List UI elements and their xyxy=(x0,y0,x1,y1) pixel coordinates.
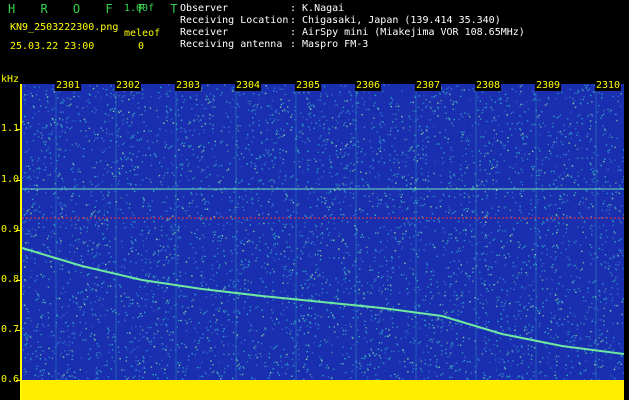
meleof-label: meleof xyxy=(124,28,161,39)
time-tick-label: 2307 xyxy=(415,80,442,91)
app-version: 1.00f xyxy=(124,3,155,14)
receiver-value: : AirSpy mini (Miakejima VOR 108.65MHz) xyxy=(290,27,525,38)
location-label: Receiving Location xyxy=(180,15,289,26)
file-name: KN9_2503222300.png xyxy=(10,22,119,33)
app-brand: H R O F F T xyxy=(8,2,187,16)
location-value: : Chigasaki, Japan (139.414 35.340) xyxy=(290,15,501,26)
observer-value: : K.Nagai xyxy=(290,3,345,14)
meleof-value: 0 xyxy=(138,41,145,52)
header-panel: H R O F F T 1.00f KN9_2503222300.png 25.… xyxy=(0,0,629,70)
antenna-label: Receiving antenna xyxy=(180,39,283,50)
antenna-value: : Maspro FM-3 xyxy=(290,39,369,50)
capture-datetime: 25.03.22 23:00 xyxy=(10,41,95,52)
spectrogram-svg xyxy=(22,84,624,400)
time-tick-label: 2301 xyxy=(55,80,82,91)
baseline-band xyxy=(22,380,624,400)
time-tick-label: 2304 xyxy=(235,80,262,91)
time-tick-label: 2305 xyxy=(295,80,322,91)
time-tick-label: 2309 xyxy=(535,80,562,91)
spectrogram-plot[interactable] xyxy=(22,84,624,400)
time-tick-label: 2303 xyxy=(175,80,202,91)
receiver-label: Receiver xyxy=(180,27,229,38)
spectrogram-background xyxy=(22,84,624,400)
time-tick-label: 2306 xyxy=(355,80,382,91)
time-tick-label: 2308 xyxy=(475,80,502,91)
time-tick-label: 2302 xyxy=(115,80,142,91)
observer-label: Observer xyxy=(180,3,229,14)
y-unit-label: kHz xyxy=(1,74,20,85)
time-tick-label: 2310 xyxy=(595,80,622,91)
